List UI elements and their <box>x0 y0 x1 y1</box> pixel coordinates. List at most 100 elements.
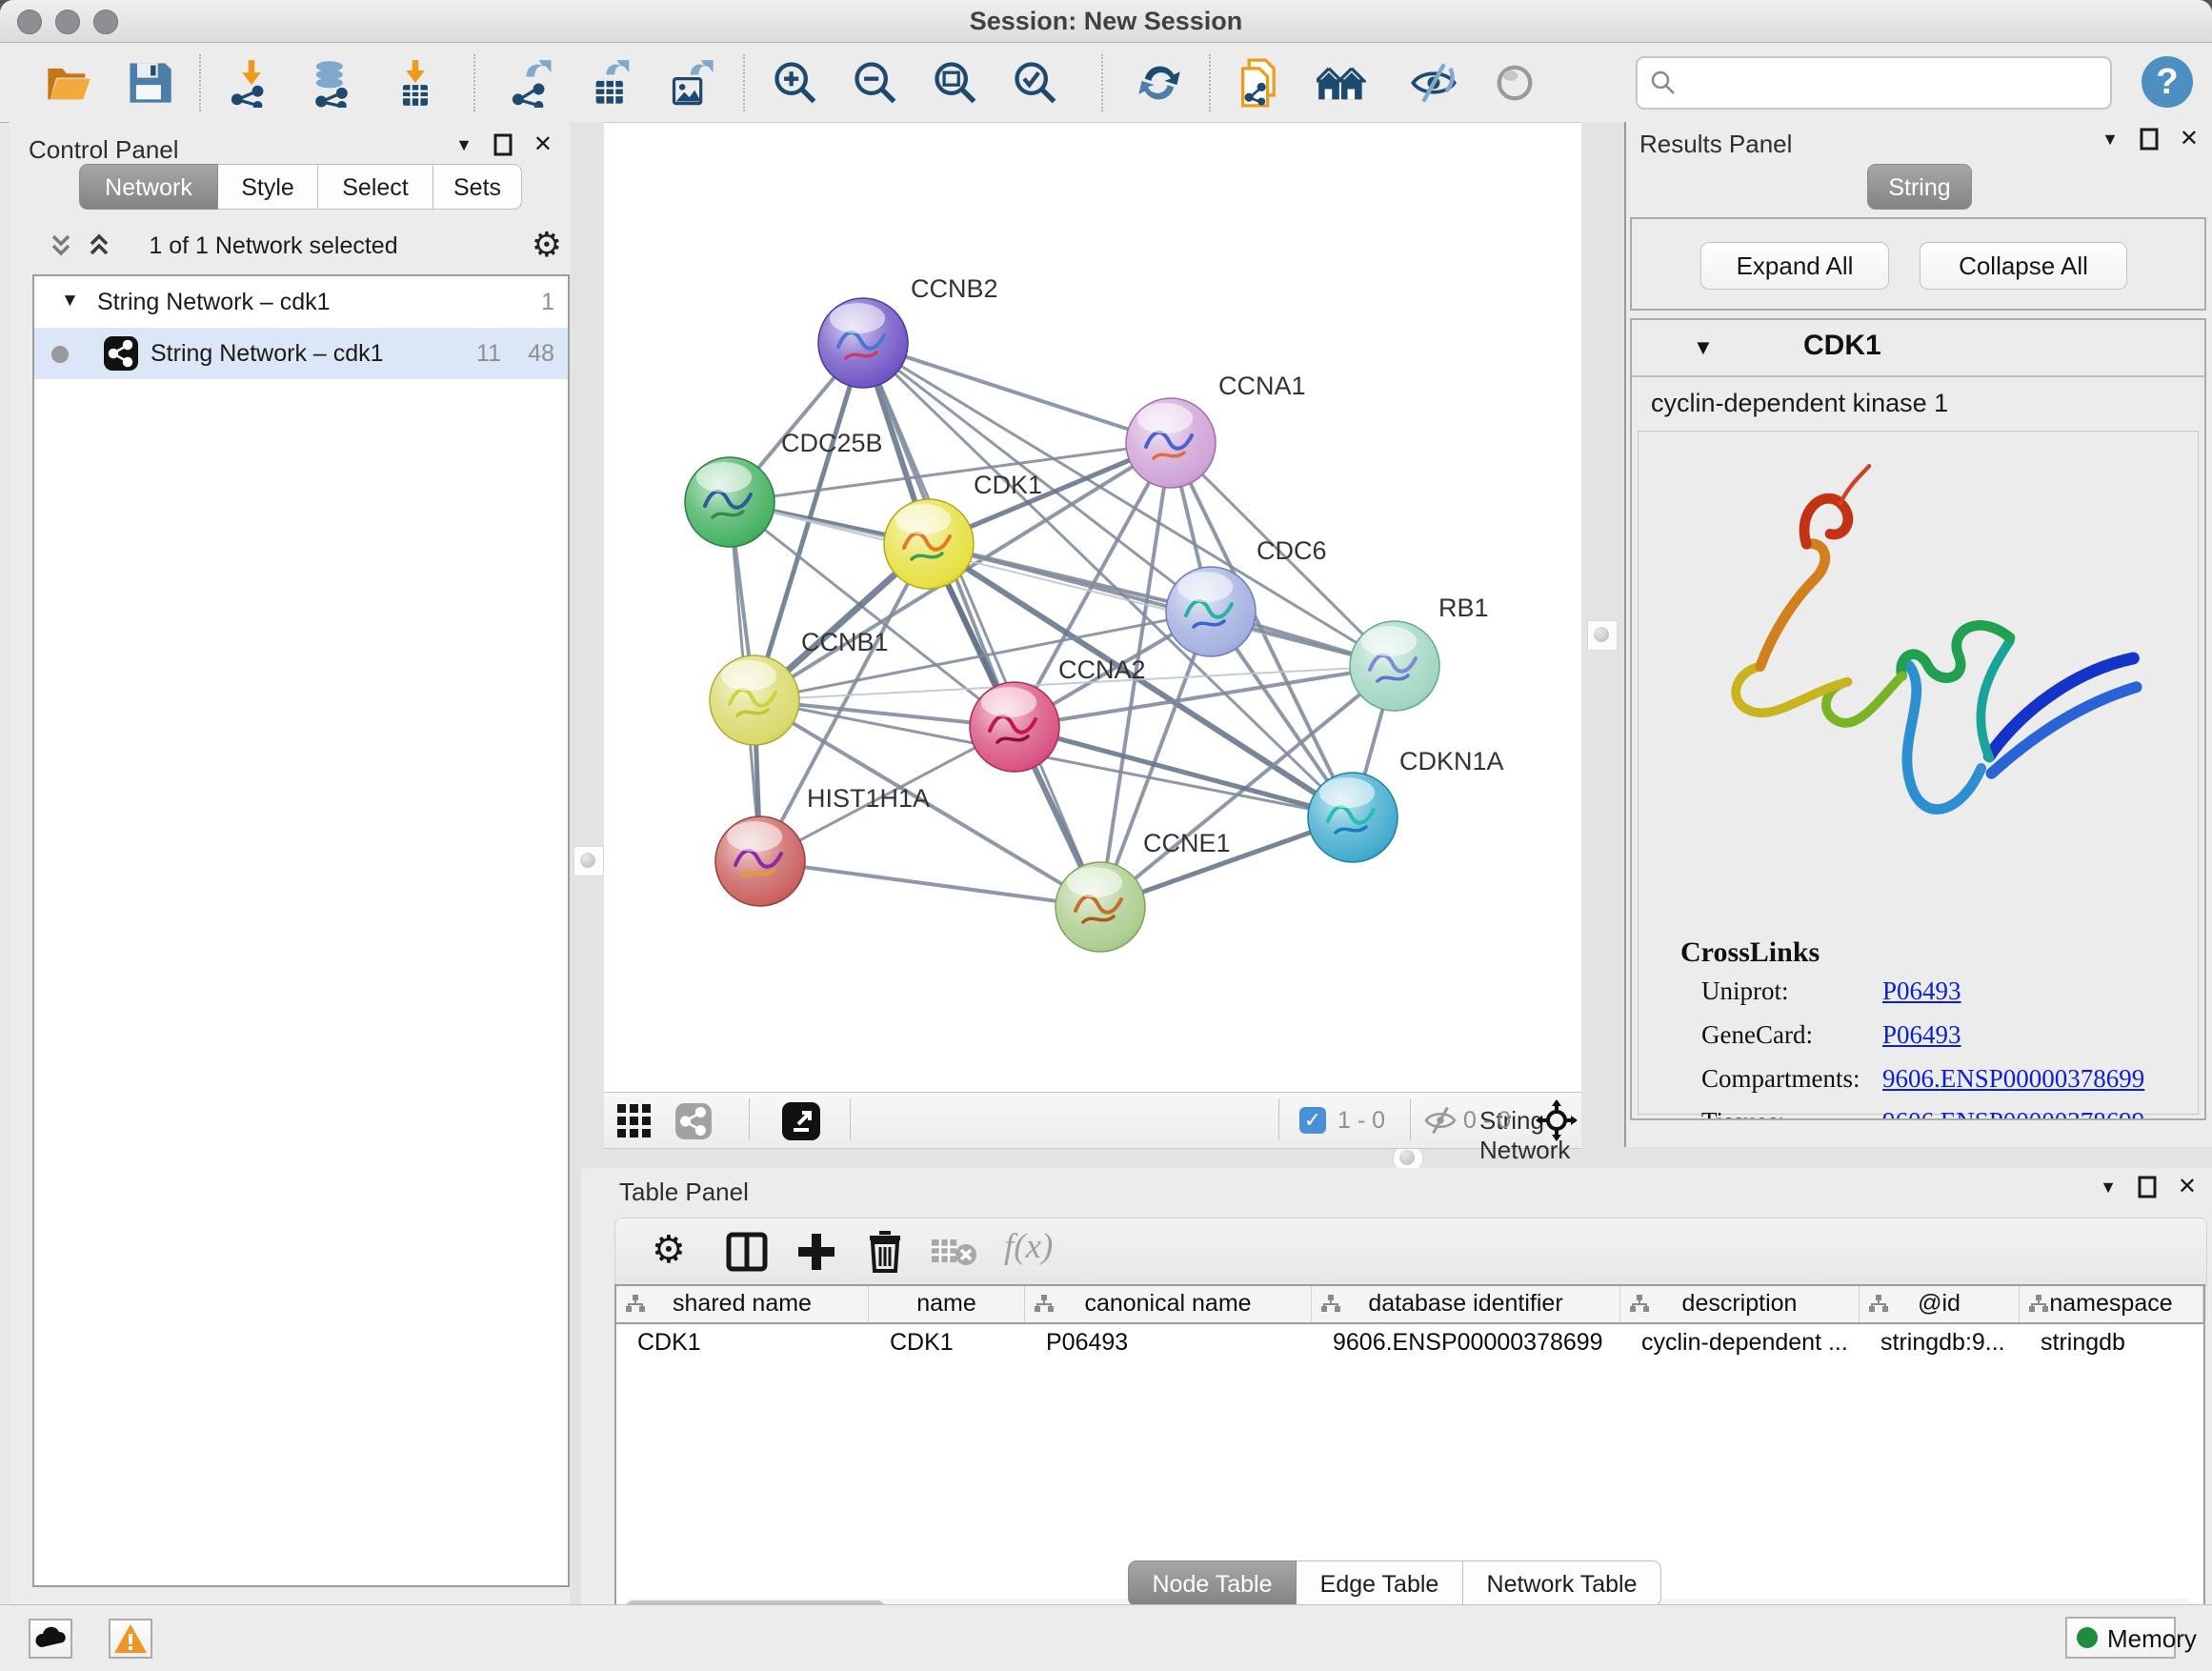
tab-sets[interactable]: Sets <box>433 164 522 210</box>
warning-button[interactable] <box>109 1619 152 1659</box>
show-all-icon[interactable] <box>1490 58 1539 108</box>
right-splitter-handle[interactable] <box>1587 620 1618 651</box>
export-table-icon[interactable] <box>588 58 637 108</box>
tab-network[interactable]: Network <box>79 164 218 210</box>
function-builder-icon[interactable]: f(x) <box>1004 1226 1053 1267</box>
crosslink-link[interactable]: 9606.ENSP00000378699 <box>1882 1064 2144 1094</box>
collapse-panel-icon[interactable]: ▼ <box>455 133 473 156</box>
save-session-icon[interactable] <box>125 58 174 108</box>
clear-table-icon[interactable] <box>930 1236 977 1268</box>
node-RB1[interactable] <box>1350 621 1439 711</box>
crosslink-row: GeneCard: P06493 <box>1701 1020 2178 1050</box>
import-table-icon[interactable] <box>391 58 440 108</box>
collapse-panel-icon[interactable]: ▼ <box>2101 128 2119 151</box>
column-header-2[interactable]: canonical name <box>1025 1286 1312 1322</box>
open-session-icon[interactable] <box>44 58 93 108</box>
search-input[interactable] <box>1687 62 2101 102</box>
zoom-selected-icon[interactable] <box>1011 58 1060 108</box>
network-canvas[interactable]: CCNB2CCNA1CDC25BCDK1CDC6RB1CCNB1CCNA2CDK… <box>604 122 1581 1093</box>
network-collection-row[interactable]: ▼ String Network – cdk1 1 <box>34 276 568 328</box>
import-database-icon[interactable] <box>307 58 356 108</box>
tab-string[interactable]: String <box>1867 164 1972 210</box>
column-header-4[interactable]: description <box>1620 1286 1860 1322</box>
cloud-button[interactable] <box>29 1619 72 1659</box>
export-network-icon[interactable] <box>508 58 557 108</box>
node-CCNA1[interactable] <box>1126 398 1216 488</box>
hide-selected-icon[interactable] <box>1409 58 1458 108</box>
table-cell[interactable]: CDK1 <box>616 1322 869 1362</box>
search-field[interactable] <box>1636 56 2112 110</box>
left-splitter-handle[interactable] <box>573 846 604 876</box>
node-label-CCNA1: CCNA1 <box>1218 372 1306 400</box>
collapse-panel-icon[interactable]: ▼ <box>2100 1176 2117 1198</box>
memory-button[interactable]: Memory <box>2065 1617 2176 1659</box>
node-CDC6[interactable] <box>1166 567 1256 656</box>
network-options-gear-icon[interactable]: ⚙ <box>532 225 562 265</box>
add-column-icon[interactable] <box>794 1230 838 1274</box>
crosslink-link[interactable]: 9606.ENSP00000378699 <box>1882 1107 2144 1120</box>
export-image-icon[interactable] <box>668 58 717 108</box>
fit-selected-icon[interactable] <box>1536 1099 1578 1141</box>
node-CCNB1[interactable] <box>710 655 799 745</box>
node-CDKN1A[interactable] <box>1308 773 1398 862</box>
table-cell[interactable]: 9606.ENSP00000378699 <box>1312 1322 1620 1362</box>
column-header-6[interactable]: namespace <box>2020 1286 2203 1322</box>
crosslink-link[interactable]: P06493 <box>1882 976 1961 1006</box>
network-row[interactable]: String Network – cdk1 11 48 <box>34 328 568 379</box>
tab-style[interactable]: Style <box>218 164 318 210</box>
close-panel-icon[interactable]: ✕ <box>2180 128 2199 151</box>
crosslink-link[interactable]: P06493 <box>1882 1020 1961 1050</box>
table-cell[interactable]: CDK1 <box>869 1322 1025 1362</box>
table-panel: Table Panel ▼ ✕ ⚙ f(x) <box>581 1168 2212 1604</box>
table-cell[interactable]: P06493 <box>1025 1322 1312 1362</box>
table-row[interactable]: CDK1CDK1P064939606.ENSP00000378699cyclin… <box>616 1322 2203 1362</box>
close-panel-icon[interactable]: ✕ <box>2178 1176 2197 1198</box>
table-cell[interactable]: stringdb:9... <box>1860 1322 2020 1362</box>
collapse-all-button[interactable]: Collapse All <box>1920 242 2127 290</box>
selected-checkbox[interactable]: ✓ <box>1299 1107 1326 1134</box>
collection-expand-icon[interactable]: ▼ <box>61 291 79 312</box>
export-view-icon[interactable] <box>781 1101 821 1141</box>
tab-edge-table[interactable]: Edge Table <box>1297 1560 1463 1606</box>
entry-collapse-icon[interactable]: ▼ <box>1693 335 1714 360</box>
apply-layout-icon[interactable] <box>1135 58 1184 108</box>
column-header-0[interactable]: shared name <box>616 1286 869 1322</box>
column-header-5[interactable]: @id <box>1860 1286 2020 1322</box>
clone-network-icon[interactable] <box>1235 58 1284 108</box>
edge-CCNB2-CCNA1[interactable] <box>863 343 1171 443</box>
float-panel-icon[interactable] <box>493 133 513 156</box>
crosslink-label: GeneCard: <box>1701 1020 1813 1049</box>
zoom-fit-icon[interactable] <box>931 58 980 108</box>
float-panel-icon[interactable] <box>2140 128 2159 151</box>
help-button[interactable]: ? <box>2142 56 2193 108</box>
node-CDK1[interactable] <box>884 499 974 589</box>
import-network-icon[interactable] <box>227 58 276 108</box>
zoom-out-icon[interactable] <box>851 58 900 108</box>
table-cell[interactable]: stringdb <box>2020 1322 2203 1362</box>
node-CCNB2[interactable] <box>818 298 908 388</box>
grid-view-icon[interactable] <box>615 1102 654 1140</box>
table-settings-gear-icon[interactable]: ⚙ <box>652 1228 686 1272</box>
tab-network-table[interactable]: Network Table <box>1463 1560 1661 1606</box>
zoom-in-icon[interactable] <box>771 58 820 108</box>
node-HIST1H1A[interactable] <box>715 816 805 906</box>
node-CCNA2[interactable] <box>970 682 1059 772</box>
network-overview-icon[interactable] <box>674 1102 713 1140</box>
delete-column-icon[interactable] <box>865 1228 905 1274</box>
column-header-1[interactable]: name <box>869 1286 1025 1322</box>
tab-node-table[interactable]: Node Table <box>1128 1560 1297 1606</box>
first-neighbors-icon[interactable] <box>1317 58 1366 108</box>
tab-select[interactable]: Select <box>318 164 433 210</box>
node-CCNE1[interactable] <box>1056 862 1145 952</box>
edge-CCNB2-CCNE1[interactable] <box>863 343 1100 907</box>
entry-header[interactable]: ▼ CDK1 <box>1632 320 2204 377</box>
column-header-3[interactable]: database identifier <box>1312 1286 1620 1322</box>
edge-HIST1H1A-CCNE1[interactable] <box>760 861 1100 907</box>
table-cell[interactable]: cyclin-dependent ... <box>1620 1322 1860 1362</box>
node-CDC25B[interactable] <box>685 457 774 547</box>
expand-all-button[interactable]: Expand All <box>1700 242 1889 290</box>
float-panel-icon[interactable] <box>2138 1176 2157 1198</box>
show-columns-icon[interactable] <box>726 1232 768 1272</box>
close-panel-icon[interactable]: ✕ <box>533 133 553 156</box>
toolbar-separator <box>1101 54 1103 111</box>
